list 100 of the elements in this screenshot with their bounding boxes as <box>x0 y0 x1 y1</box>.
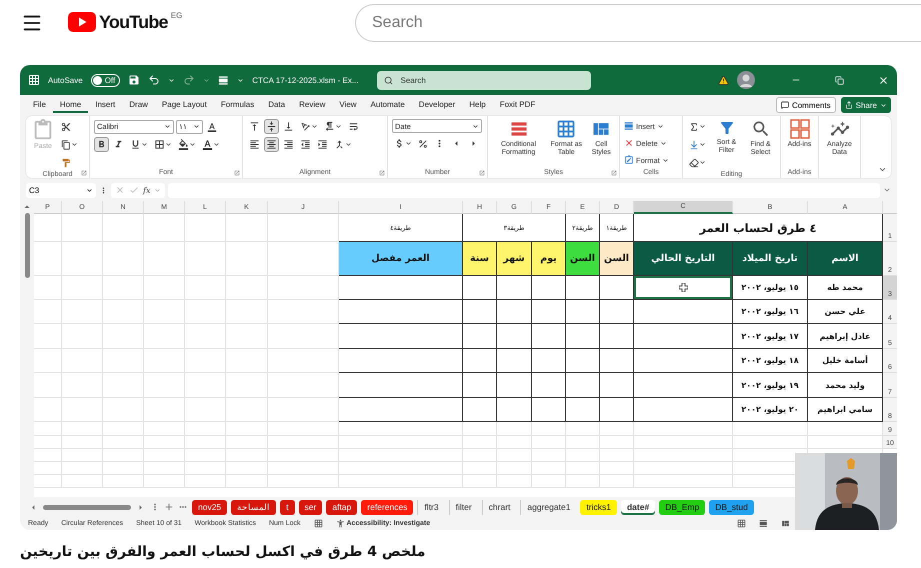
table-cell <box>532 276 566 300</box>
table-cell <box>268 349 339 373</box>
grid-cell <box>497 462 532 475</box>
align-left-icon <box>249 139 260 150</box>
launcher-icon[interactable] <box>611 170 617 176</box>
sheet-tab[interactable]: fltr3 <box>417 500 445 514</box>
insert-row-icon <box>624 121 634 131</box>
bold-button[interactable] <box>94 137 109 152</box>
table-cell <box>497 373 532 398</box>
cancel-icon <box>115 185 125 195</box>
ribbon-tab[interactable]: File <box>26 98 53 112</box>
table-cell <box>62 300 103 324</box>
sheet-tab[interactable]: DB_stud <box>709 500 754 514</box>
launcher-icon[interactable] <box>234 170 240 176</box>
form-icon[interactable] <box>218 74 230 86</box>
align-bottom-icon <box>283 121 294 132</box>
search-icon <box>750 119 770 139</box>
header-cell: الاسم <box>808 242 883 276</box>
grid-cell <box>103 475 144 488</box>
table-cell <box>497 300 532 324</box>
caret-icon <box>472 122 479 130</box>
sheet-tab[interactable]: aftap <box>326 500 358 514</box>
decrease-indent-icon <box>300 139 311 150</box>
launcher-icon[interactable] <box>479 170 485 176</box>
ribbon-tab[interactable]: Review <box>292 98 332 112</box>
ribbon-tab[interactable]: Help <box>462 98 493 112</box>
enter-icon <box>129 185 139 195</box>
grid-cell <box>144 462 185 475</box>
launcher-icon[interactable] <box>81 170 87 176</box>
caret-icon <box>86 186 93 194</box>
caret-icon <box>168 76 176 84</box>
comments-button[interactable]: Comments <box>776 97 836 113</box>
vertical-scrollbar[interactable] <box>24 213 30 278</box>
table-cell <box>62 276 103 300</box>
ribbon-tab[interactable]: Home <box>52 98 88 112</box>
table-cell <box>144 300 185 324</box>
ribbon-tab[interactable]: View <box>332 98 364 112</box>
search-field[interactable]: Search <box>355 4 921 42</box>
table-cell <box>185 349 226 373</box>
table-cell <box>497 276 532 300</box>
table-cell <box>103 276 144 300</box>
grid-cell <box>566 449 600 462</box>
sheet-tab[interactable]: filter <box>448 500 478 514</box>
restore-icon[interactable] <box>835 76 844 84</box>
table-cell <box>600 324 634 349</box>
sheet-tab[interactable]: DB_Emp <box>659 500 706 514</box>
table-cell <box>226 300 268 324</box>
copy-icon <box>61 140 71 150</box>
align-center-button[interactable] <box>264 137 279 152</box>
table-cell <box>600 422 634 436</box>
close-icon[interactable] <box>878 74 889 86</box>
name-box[interactable]: C3 <box>26 182 96 198</box>
sheet-tab[interactable]: المساحة <box>231 500 276 514</box>
grid-cell <box>103 462 144 475</box>
sheet-tab[interactable]: chrart <box>482 500 516 514</box>
ribbon-tab[interactable]: Page Layout <box>154 98 214 112</box>
sheet-tab[interactable]: date# <box>620 500 656 514</box>
table-cell <box>600 436 634 449</box>
table-cell: ٢٠ يوليو، ٢٠٠٢ <box>733 398 808 422</box>
page-layout-icon[interactable] <box>759 519 768 528</box>
table-cell <box>532 436 566 449</box>
ribbon-tab[interactable]: Data <box>261 98 292 112</box>
sheet-tab[interactable]: ser <box>298 500 322 514</box>
ribbon-tab[interactable]: Insert <box>88 98 122 112</box>
ribbon-tab[interactable]: Foxit PDF <box>492 98 542 112</box>
grid-icon <box>790 119 810 139</box>
sheet-tab[interactable]: tricks1 <box>580 500 617 514</box>
share-button[interactable]: Share <box>840 97 891 113</box>
redo-icon[interactable] <box>183 74 196 86</box>
table-cell <box>268 214 339 242</box>
video-title[interactable]: ملخص 4 طرق في اكسل لحساب العمر والفرق بين تاريخين <box>20 544 426 560</box>
sheet-tab[interactable]: references <box>361 500 414 514</box>
expand-icon <box>883 186 891 194</box>
add-sheet-icon[interactable] <box>164 502 174 512</box>
table-cell <box>268 324 339 349</box>
page-break-icon[interactable] <box>781 519 790 528</box>
sheet-tab[interactable]: t <box>280 500 295 514</box>
ribbon-tab[interactable]: Formulas <box>214 98 262 112</box>
align-middle-button[interactable] <box>264 119 279 134</box>
table-cell <box>268 398 339 422</box>
autosave-toggle[interactable]: Off <box>90 74 120 86</box>
sheet-tab[interactable]: nov25 <box>192 500 228 514</box>
undo-icon[interactable] <box>148 74 160 86</box>
ribbon-tab[interactable]: Draw <box>122 98 155 112</box>
normal-view-icon[interactable] <box>737 519 746 528</box>
italic-icon <box>113 139 124 150</box>
sheet-tab[interactable]: aggregate1 <box>520 500 576 514</box>
table-cell <box>226 242 268 276</box>
ribbon-tab[interactable]: Developer <box>412 98 462 112</box>
horizontal-scrollbar[interactable] <box>43 504 131 510</box>
caret-icon <box>141 141 148 148</box>
fill-down-icon <box>689 140 699 150</box>
search-field[interactable]: Search <box>376 70 590 90</box>
insert-function-button[interactable]: fx <box>143 186 150 194</box>
launcher-icon[interactable] <box>379 170 385 176</box>
save-icon[interactable] <box>128 74 140 86</box>
caret-icon <box>154 186 162 194</box>
grid-cell <box>566 475 600 488</box>
ribbon-tab[interactable]: Automate <box>364 98 412 112</box>
avatar-icon[interactable] <box>737 71 755 89</box>
